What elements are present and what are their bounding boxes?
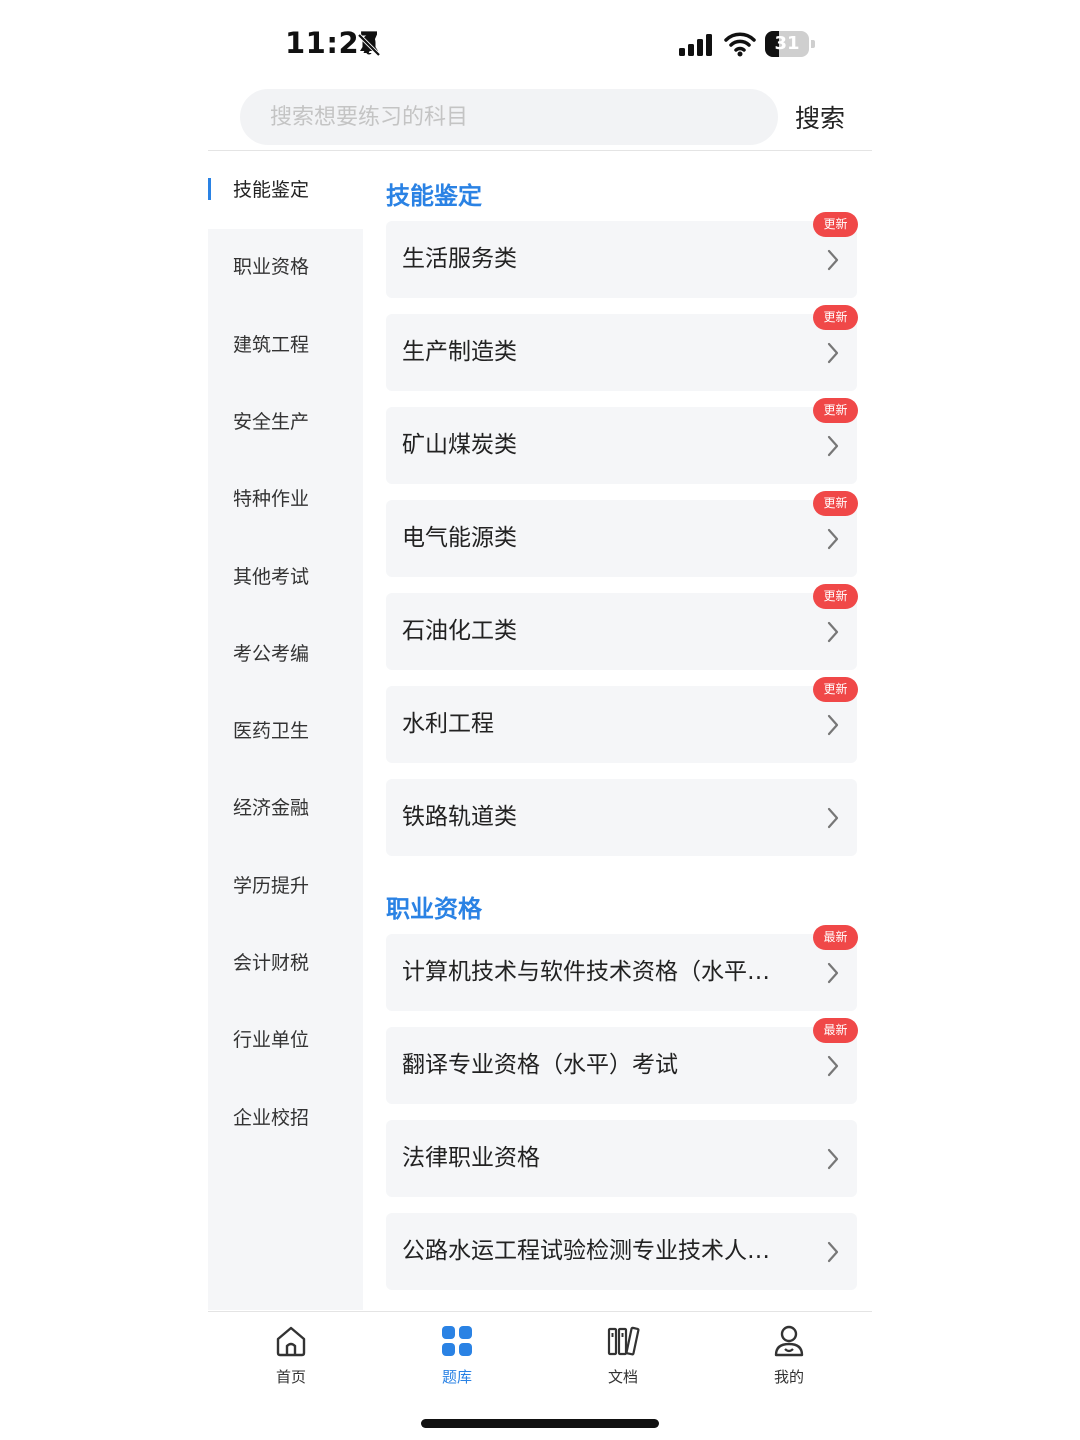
search-input[interactable] — [240, 89, 778, 145]
category-card[interactable]: 公路水运工程试验检测专业技术人员职业资格 — [386, 1213, 857, 1290]
category-card[interactable]: 计算机技术与软件技术资格（水平）考试 最新 — [386, 925, 858, 1011]
sidebar-item-label: 职业资格 — [233, 256, 310, 279]
sidebar-item-label: 企业校招 — [233, 1106, 310, 1129]
category-content: 技能鉴定 生活服务类 更新 生产制造类 更新 矿山煤炭类 更新 电气能源类 更新 石油化工类 更新水… — [363, 152, 872, 1310]
sidebar-item-label: 其他考试 — [233, 565, 310, 588]
sidebar-item-label: 考公考编 — [233, 642, 310, 665]
sidebar-item-label: 学历提升 — [233, 874, 310, 897]
tab-label: 首页 — [275, 1368, 306, 1386]
chevron-right-icon — [827, 249, 839, 271]
chevron-right-icon — [827, 714, 839, 736]
chevron-right-icon — [827, 807, 839, 829]
chevron-right-icon — [827, 621, 839, 643]
category-card-label: 电气能源类 — [402, 525, 517, 551]
tab-profile[interactable]: 我的 — [706, 1312, 872, 1402]
search-bar: 搜索 — [208, 89, 872, 151]
tab-question-bank[interactable]: 题库 — [374, 1312, 540, 1402]
category-card[interactable]: 法律职业资格 — [386, 1120, 857, 1197]
sidebar-item[interactable]: 会计财税 — [208, 925, 363, 1002]
category-card-label: 生产制造类 — [402, 339, 517, 365]
update-badge: 最新 — [813, 1018, 858, 1043]
category-card-label: 计算机技术与软件技术资格（水平）考试 — [402, 959, 792, 985]
home-indicator[interactable] — [421, 1419, 659, 1428]
update-badge: 更新 — [813, 212, 858, 237]
sidebar-item[interactable]: 医药卫生 — [208, 693, 363, 770]
update-badge: 更新 — [813, 677, 858, 702]
sidebar-item-label: 行业单位 — [233, 1029, 310, 1052]
sidebar-item-label: 特种作业 — [233, 488, 310, 511]
category-card[interactable]: 翻译专业资格（水平）考试 最新 — [386, 1018, 858, 1104]
category-card-label: 水利工程 — [402, 711, 494, 737]
category-card[interactable]: 生产制造类 更新 — [386, 305, 858, 391]
battery-percent: 31 — [774, 33, 800, 54]
chevron-right-icon — [827, 1241, 839, 1263]
sidebar-item[interactable]: 经济金融 — [208, 770, 363, 847]
category-card-label: 公路水运工程试验检测专业技术人员职业资格 — [402, 1238, 792, 1264]
category-card-label: 铁路轨道类 — [402, 804, 517, 830]
sidebar-item[interactable]: 学历提升 — [208, 848, 363, 925]
sidebar-item[interactable]: 技能鉴定 — [208, 152, 363, 229]
home-icon — [276, 1326, 306, 1357]
category-card[interactable]: 电气能源类 更新 — [386, 491, 858, 577]
wifi-icon — [724, 32, 756, 57]
tab-label: 文档 — [607, 1368, 638, 1386]
category-card-label: 法律职业资格 — [402, 1145, 540, 1171]
category-card[interactable]: 铁路轨道类 — [386, 779, 857, 856]
update-badge: 更新 — [813, 584, 858, 609]
update-badge: 最新 — [813, 925, 858, 950]
user-icon — [774, 1325, 804, 1357]
tab-label: 题库 — [441, 1368, 472, 1386]
category-sidebar: 技能鉴定职业资格建筑工程安全生产特种作业其他考试考公考编医药卫生经济金融学历提升… — [208, 152, 363, 1310]
active-indicator — [208, 178, 211, 200]
category-card-label: 生活服务类 — [402, 246, 517, 272]
chevron-right-icon — [827, 1148, 839, 1170]
battery-icon: 31 — [765, 31, 815, 57]
category-card-label: 矿山煤炭类 — [402, 432, 517, 458]
sidebar-item-label: 建筑工程 — [233, 333, 310, 356]
bell-muted-icon — [357, 33, 381, 57]
document-icon — [607, 1326, 640, 1356]
category-card[interactable]: 矿山煤炭类 更新 — [386, 398, 858, 484]
grid-icon — [442, 1326, 472, 1356]
sidebar-item[interactable]: 建筑工程 — [208, 307, 363, 384]
category-card-label: 石油化工类 — [402, 618, 517, 644]
sidebar-item[interactable]: 企业校招 — [208, 1080, 363, 1157]
category-card[interactable]: 水利工程 更新 — [386, 677, 858, 763]
category-card[interactable]: 石油化工类 更新 — [386, 584, 858, 670]
sidebar-item[interactable]: 安全生产 — [208, 384, 363, 461]
category-card-label: 翻译专业资格（水平）考试 — [402, 1052, 678, 1078]
sidebar-item-label: 会计财税 — [233, 952, 310, 974]
chevron-right-icon — [827, 528, 839, 550]
status-bar: 11:27 31 — [0, 0, 1080, 90]
sidebar-item[interactable]: 行业单位 — [208, 1002, 363, 1079]
sidebar-item-label: 安全生产 — [233, 410, 310, 433]
update-badge: 更新 — [813, 491, 858, 516]
section-title: 职业资格 — [386, 895, 482, 923]
bottom-tab-bar: 首页 题库 文档 我的 — [208, 1311, 872, 1401]
update-badge: 更新 — [813, 305, 858, 330]
chevron-right-icon — [827, 342, 839, 364]
sidebar-item-label: 经济金融 — [233, 797, 310, 820]
chevron-right-icon — [827, 435, 839, 457]
update-badge: 更新 — [813, 398, 858, 423]
sidebar-item[interactable]: 特种作业 — [208, 461, 363, 538]
tab-documents[interactable]: 文档 — [540, 1312, 706, 1402]
sidebar-item[interactable]: 其他考试 — [208, 539, 363, 616]
section-title: 技能鉴定 — [386, 182, 482, 210]
category-card[interactable]: 生活服务类 更新 — [386, 212, 858, 298]
sidebar-item[interactable]: 职业资格 — [208, 229, 363, 306]
sidebar-item-label: 技能鉴定 — [233, 179, 310, 201]
tab-label: 我的 — [773, 1368, 804, 1386]
chevron-right-icon — [827, 962, 839, 984]
sidebar-item-label: 医药卫生 — [233, 720, 310, 743]
tab-home[interactable]: 首页 — [208, 1312, 374, 1402]
sidebar-item[interactable]: 考公考编 — [208, 616, 363, 693]
signal-icon — [679, 34, 712, 56]
search-button[interactable]: 搜索 — [788, 95, 852, 139]
chevron-right-icon — [827, 1055, 839, 1077]
